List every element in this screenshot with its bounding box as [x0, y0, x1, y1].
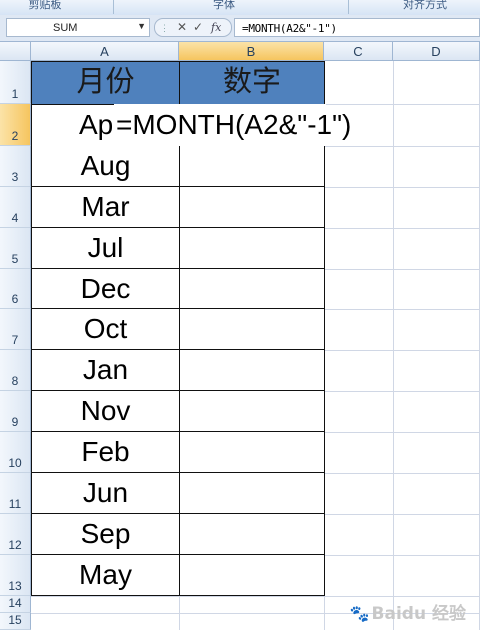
column-headers: A B C D [0, 42, 480, 61]
row-header[interactable]: 2 [0, 104, 31, 146]
gridline [324, 514, 480, 515]
header-cell-number[interactable]: 数字 [179, 61, 325, 105]
month-cell[interactable]: Jan [31, 350, 180, 391]
gridline [324, 187, 480, 188]
grip-icon[interactable]: ⋮ [160, 23, 169, 34]
formula-bar: SUM ▼ ⋮ ✕ ✓ fx =MONTH(A2&"-1") [0, 15, 480, 42]
month-cell[interactable]: Oct [31, 309, 180, 350]
gridline [324, 104, 480, 105]
paw-icon: 🐾 [349, 604, 370, 623]
number-cell[interactable] [179, 187, 325, 228]
gridline [324, 269, 480, 270]
gridline [324, 228, 480, 229]
gridline [324, 596, 325, 630]
number-cell[interactable] [179, 391, 325, 432]
row-header[interactable]: 14 [0, 596, 31, 613]
month-cell[interactable]: Jun [31, 473, 180, 514]
row-header[interactable]: 13 [0, 555, 31, 596]
column-header-a[interactable]: A [31, 42, 179, 61]
row-header[interactable]: 3 [0, 146, 31, 187]
month-cell[interactable]: Feb [31, 432, 180, 473]
gridline [324, 350, 480, 351]
month-cell[interactable]: Sep [31, 514, 180, 555]
gridline [324, 473, 480, 474]
month-cell[interactable]: Aug [31, 146, 180, 187]
number-cell[interactable] [179, 146, 325, 187]
month-cell[interactable]: Nov [31, 391, 180, 432]
month-cell[interactable]: Dec [31, 269, 180, 309]
number-cell[interactable] [179, 309, 325, 350]
cancel-icon[interactable]: ✕ [177, 20, 187, 34]
name-box-value: SUM [53, 22, 78, 34]
row-header[interactable]: 6 [0, 269, 31, 309]
number-cell[interactable] [179, 473, 325, 514]
row-header[interactable]: 15 [0, 613, 31, 630]
chevron-down-icon[interactable]: ▼ [137, 21, 146, 31]
gridline [324, 309, 480, 310]
ribbon-group-font[interactable]: 字体 [114, 0, 334, 14]
month-cell[interactable]: Mar [31, 187, 180, 228]
enter-icon[interactable]: ✓ [193, 20, 203, 34]
name-box[interactable]: SUM ▼ [6, 18, 150, 37]
cell-a2-text: Ap [79, 109, 114, 140]
month-cell[interactable]: Jul [31, 228, 180, 269]
insert-function-icon[interactable]: fx [211, 21, 221, 34]
number-cell[interactable] [179, 350, 325, 391]
row-header[interactable]: 10 [0, 432, 31, 473]
row-header[interactable]: 1 [0, 61, 31, 104]
ribbon: 剪贴板 字体 对齐方式 [0, 0, 480, 16]
ribbon-group-clipboard[interactable]: 剪贴板 [0, 0, 90, 14]
ribbon-group-alignment[interactable]: 对齐方式 [360, 0, 480, 14]
gridline [179, 596, 180, 630]
row-header[interactable]: 5 [0, 228, 31, 269]
row-header[interactable]: 4 [0, 187, 31, 228]
column-header-d[interactable]: D [393, 42, 480, 61]
select-all-corner[interactable] [0, 42, 31, 61]
number-cell[interactable] [179, 432, 325, 473]
gridline [324, 555, 480, 556]
baidu-watermark: 🐾 Baidu 经验 [349, 604, 466, 624]
month-cell[interactable]: May [31, 555, 180, 596]
column-header-c[interactable]: C [324, 42, 393, 61]
cell-a2[interactable]: Ap [31, 104, 115, 146]
formula-input[interactable]: =MONTH(A2&"-1") [234, 18, 480, 37]
number-cell[interactable] [179, 555, 325, 596]
ribbon-separator [348, 0, 349, 14]
row-header[interactable]: 7 [0, 309, 31, 350]
row-header[interactable]: 8 [0, 350, 31, 391]
number-cell[interactable] [179, 514, 325, 555]
gridline [324, 391, 480, 392]
number-cell[interactable] [179, 228, 325, 269]
row-header[interactable]: 9 [0, 391, 31, 432]
header-cell-month[interactable]: 月份 [31, 61, 180, 105]
gridline [324, 146, 480, 147]
number-cell[interactable] [179, 269, 325, 309]
column-header-b[interactable]: B [179, 42, 324, 61]
gridline [31, 596, 480, 597]
cell-b2-editor[interactable]: =MONTH(A2&"-1") [114, 104, 351, 146]
cell-b2-editing-text: =MONTH(A2&"-1") [116, 109, 352, 140]
formula-text: =MONTH(A2&"-1") [242, 22, 337, 35]
row-header[interactable]: 12 [0, 514, 31, 555]
row-header[interactable]: 11 [0, 473, 31, 514]
formula-buttons: ⋮ ✕ ✓ fx [154, 18, 232, 37]
gridline [324, 432, 480, 433]
